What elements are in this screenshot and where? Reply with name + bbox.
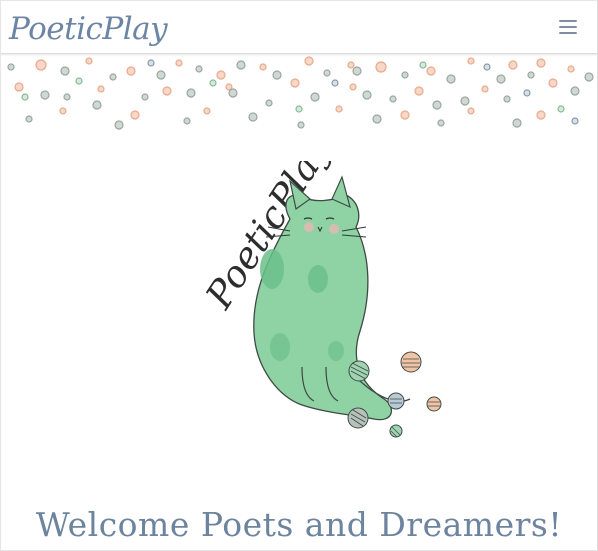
yarn-ball-peach-1 [400,351,422,373]
menu-bar-middle [559,26,577,28]
yarn-ball-green-1 [348,360,370,382]
decorative-dot-border [7,56,594,130]
yarn-ball-green-2 [389,424,403,438]
cat-illustration: PoeticPlay [197,128,442,438]
site-logo-text: PoeticPlay [9,11,168,47]
welcome-heading: Welcome Poets and Dreamers! [35,505,563,544]
yarn-ball-gray-1 [347,407,369,429]
page-frame: PoeticPlay PoeticPlay Welcome Poets and … [0,0,598,551]
yarn-ball-blue-1 [387,392,405,410]
hero-illustration: PoeticPlay [197,128,456,446]
yarn-ball-peach-2 [426,396,442,412]
menu-bar-bottom [559,32,577,34]
top-app-bar: PoeticPlay [1,1,597,54]
site-logo-link[interactable]: PoeticPlay [9,9,168,49]
hamburger-menu-button[interactable] [555,17,581,39]
menu-bar-top [559,20,577,22]
